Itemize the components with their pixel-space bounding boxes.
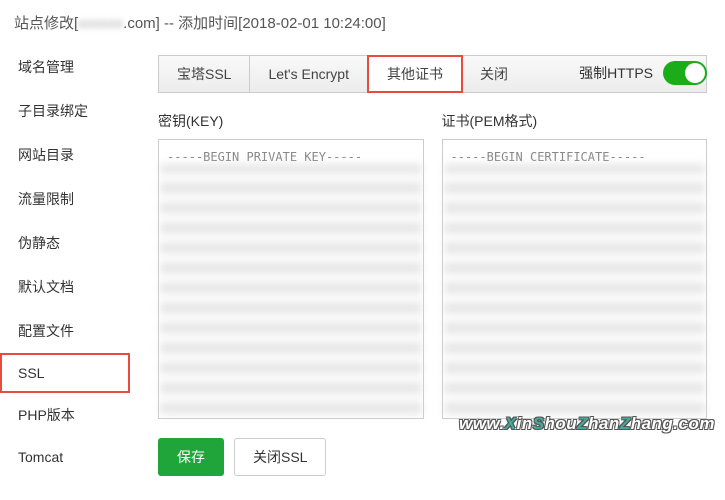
tab-baota-ssl[interactable]: 宝塔SSL xyxy=(159,56,250,92)
sidebar-item-default-doc[interactable]: 默认文档 xyxy=(0,265,130,309)
cert-textarea[interactable] xyxy=(442,139,708,419)
dialog-title: 站点修改[xxxxxx.com] -- 添加时间[2018-02-01 10:2… xyxy=(0,0,725,45)
sidebar-item-tomcat[interactable]: Tomcat xyxy=(0,437,130,477)
force-https-toggle[interactable] xyxy=(663,61,707,85)
main-panel: 宝塔SSL Let's Encrypt 其他证书 关闭 强制HTTPS 密钥(K… xyxy=(130,45,725,486)
sidebar-item-config[interactable]: 配置文件 xyxy=(0,309,130,353)
tab-close[interactable]: 关闭 xyxy=(462,56,526,92)
tab-other-cert[interactable]: 其他证书 xyxy=(367,55,463,93)
sidebar-item-domain[interactable]: 域名管理 xyxy=(0,45,130,89)
save-button[interactable]: 保存 xyxy=(158,438,224,476)
domain-blurred: xxxxxx xyxy=(78,15,123,32)
key-label: 密钥(KEY) xyxy=(158,111,424,131)
sidebar-item-ssl[interactable]: SSL xyxy=(0,353,130,393)
force-https-label: 强制HTTPS xyxy=(579,63,653,83)
cert-label: 证书(PEM格式) xyxy=(442,111,708,131)
sidebar-item-php[interactable]: PHP版本 xyxy=(0,393,130,437)
close-ssl-button[interactable]: 关闭SSL xyxy=(234,438,326,476)
sidebar: 域名管理 子目录绑定 网站目录 流量限制 伪静态 默认文档 配置文件 SSL P… xyxy=(0,45,130,486)
sidebar-item-rewrite[interactable]: 伪静态 xyxy=(0,221,130,265)
sidebar-item-traffic[interactable]: 流量限制 xyxy=(0,177,130,221)
sidebar-item-subdir[interactable]: 子目录绑定 xyxy=(0,89,130,133)
key-textarea[interactable] xyxy=(158,139,424,419)
tab-lets-encrypt[interactable]: Let's Encrypt xyxy=(250,56,368,92)
sidebar-item-sitedir[interactable]: 网站目录 xyxy=(0,133,130,177)
